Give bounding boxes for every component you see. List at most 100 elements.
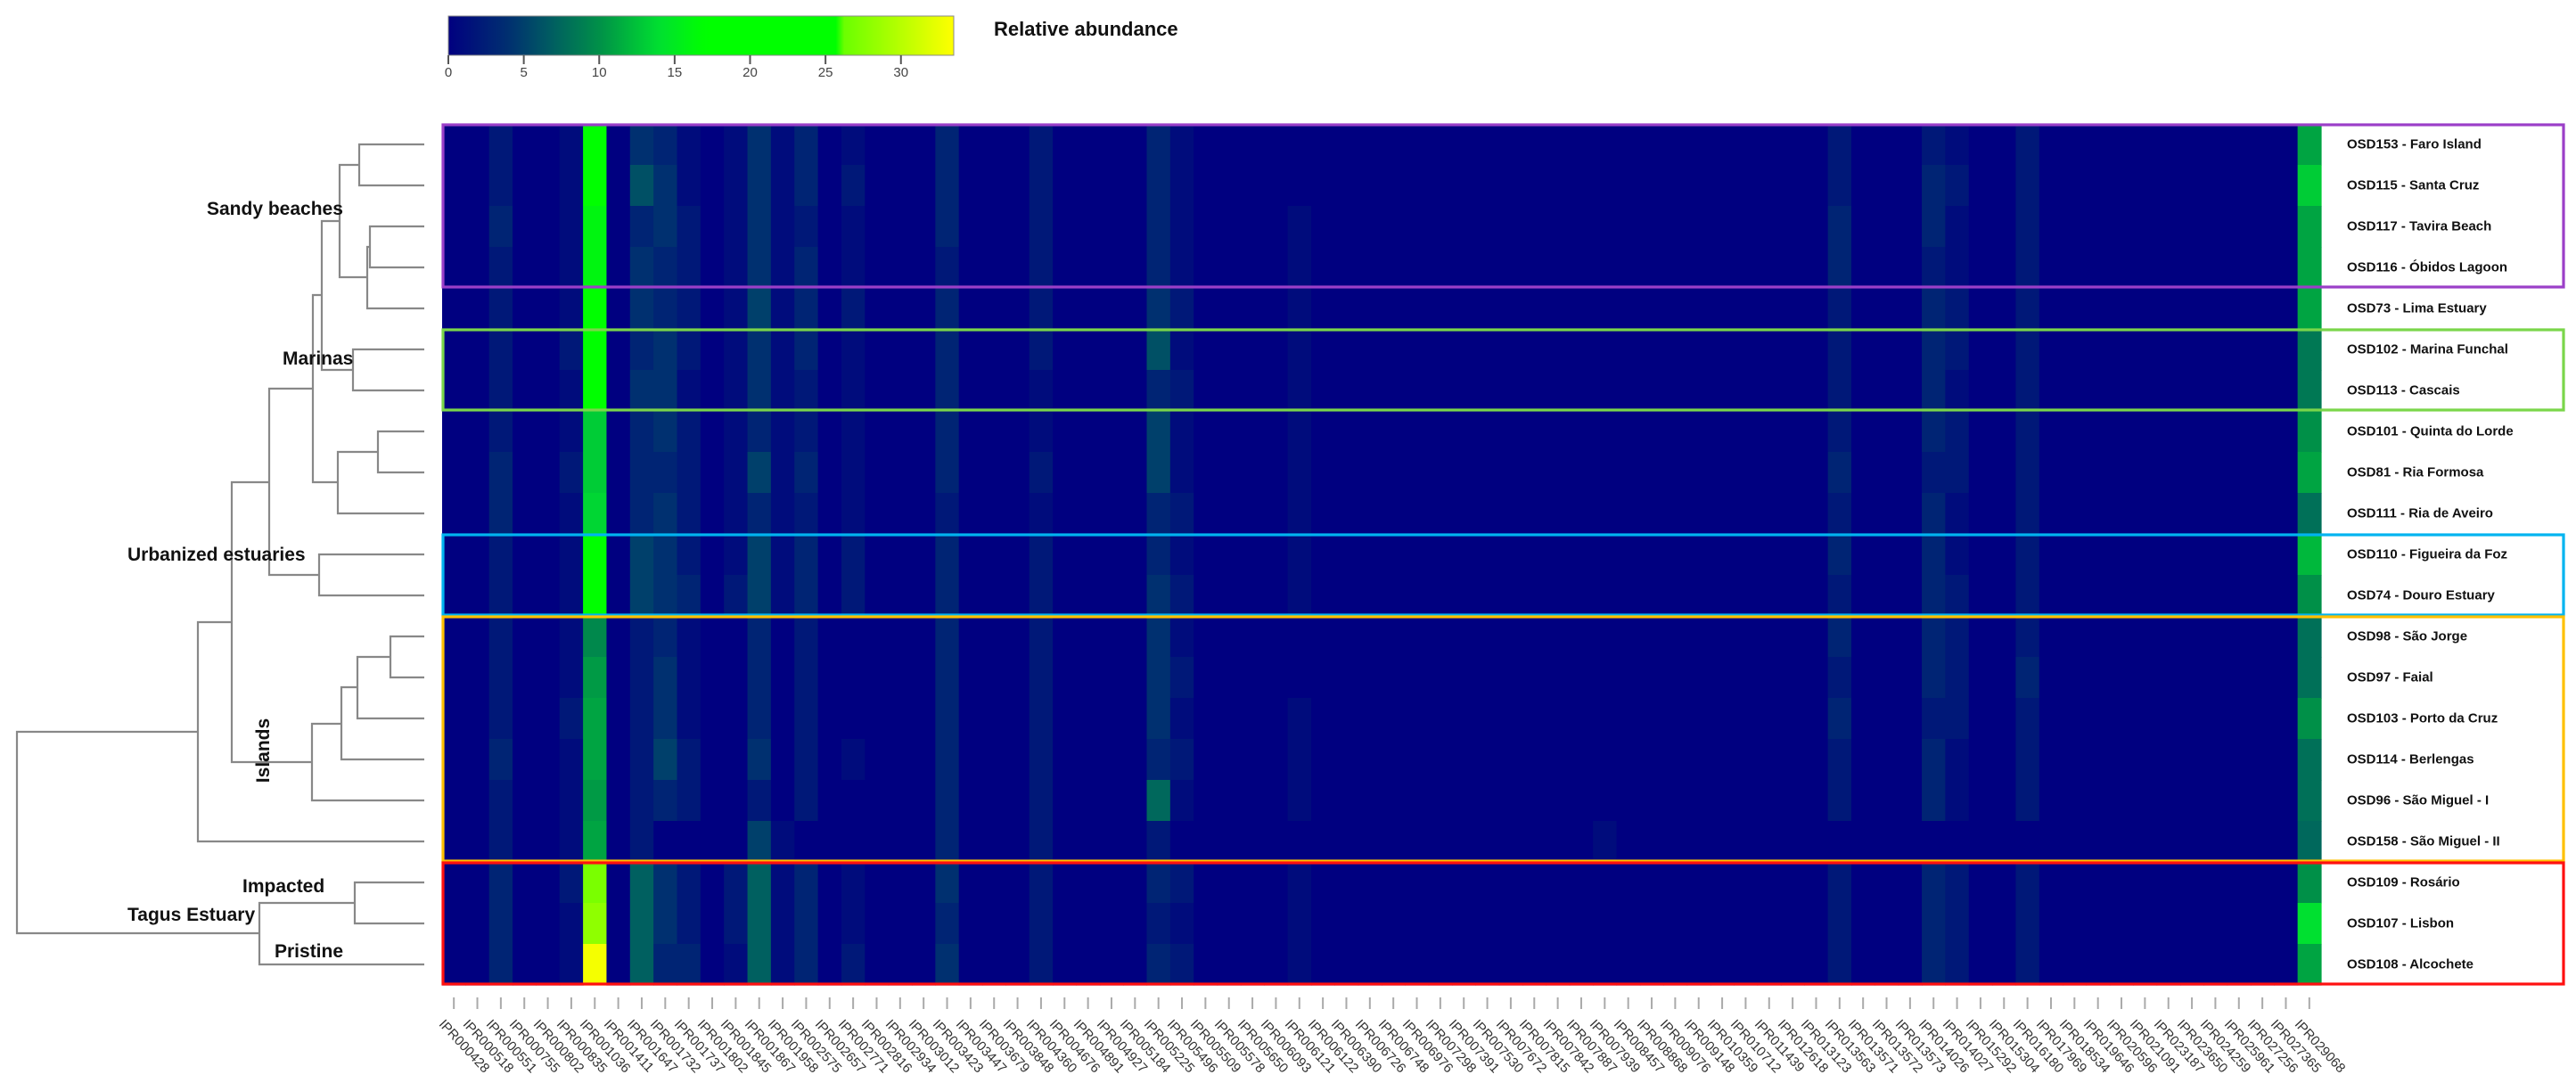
heatmap-cell — [1780, 329, 1805, 371]
heatmap-cell — [1734, 739, 1759, 781]
heatmap-cell — [2086, 288, 2111, 330]
heatmap-cell — [2250, 288, 2275, 330]
heatmap-cell — [1968, 944, 1993, 986]
heatmap-cell — [677, 657, 701, 699]
heatmap-cell — [2039, 534, 2063, 576]
heatmap-cell — [1922, 370, 1946, 412]
heatmap-cell — [1475, 821, 1500, 863]
heatmap-cell — [488, 534, 513, 576]
heatmap-cell — [2039, 329, 2063, 371]
heatmap-cell — [1334, 903, 1359, 945]
heatmap-cell — [700, 329, 725, 371]
heatmap-cell — [1169, 493, 1194, 535]
heatmap-cell — [1522, 370, 1547, 412]
heatmap-cell — [465, 739, 490, 781]
heatmap-cell — [606, 165, 631, 207]
heatmap-cell — [912, 903, 936, 945]
heatmap-cell — [1663, 370, 1688, 412]
heatmap-cell — [1264, 780, 1289, 822]
heatmap-cell — [935, 821, 960, 863]
heatmap-cell — [724, 780, 749, 822]
heatmap-cell — [1405, 124, 1430, 166]
heatmap-cell — [888, 821, 913, 863]
heatmap-cell — [1029, 944, 1054, 986]
heatmap-cell — [1334, 944, 1359, 986]
heatmap-cell — [1922, 616, 1946, 658]
dendrogram-branch — [353, 881, 424, 925]
heatmap-cell — [1169, 821, 1194, 863]
heatmap-cell — [2133, 288, 2158, 330]
heatmap-cell — [1287, 411, 1312, 453]
heatmap-cell — [1358, 575, 1382, 617]
heatmap-cell — [1310, 206, 1335, 248]
heatmap-cell — [817, 165, 842, 207]
heatmap-cell — [1757, 616, 1782, 658]
heatmap-cell — [559, 821, 584, 863]
heatmap-cell — [1639, 411, 1664, 453]
heatmap-cell — [1099, 616, 1124, 658]
heatmap-cell — [1123, 411, 1148, 453]
heatmap-cell — [1076, 821, 1101, 863]
heatmap-cell — [1123, 862, 1148, 904]
heatmap-cell — [1240, 944, 1265, 986]
heatmap-cell — [747, 493, 772, 535]
heatmap-cell — [1498, 411, 1523, 453]
heatmap-cell — [2156, 862, 2181, 904]
heatmap-cell — [1169, 903, 1194, 945]
heatmap-cell — [1099, 370, 1124, 412]
heatmap-cell — [958, 493, 983, 535]
heatmap-cell — [1099, 657, 1124, 699]
heatmap-cell — [1240, 247, 1265, 289]
heatmap-cell — [1005, 739, 1030, 781]
heatmap-cell — [841, 493, 866, 535]
heatmap-cell — [442, 247, 466, 289]
heatmap-cell — [1522, 165, 1547, 207]
heatmap-cell — [982, 329, 1006, 371]
heatmap-cell — [653, 780, 678, 822]
heatmap-cell — [465, 370, 490, 412]
heatmap-cell — [1898, 698, 1923, 740]
heatmap-cell — [1005, 657, 1030, 699]
heatmap-cell — [1663, 944, 1688, 986]
heatmap-cell — [2203, 616, 2228, 658]
heatmap-cell — [1498, 534, 1523, 576]
heatmap-cell — [1992, 206, 2017, 248]
heatmap-cell — [677, 780, 701, 822]
heatmap-cell — [1452, 452, 1476, 494]
heatmap-cell — [2133, 370, 2158, 412]
heatmap-cell — [982, 944, 1006, 986]
heatmap-cell — [1217, 124, 1242, 166]
heatmap-cell — [1593, 944, 1618, 986]
heatmap-cell — [1663, 657, 1688, 699]
heatmap-cell — [2015, 698, 2040, 740]
heatmap-cell — [865, 616, 890, 658]
heatmap-cell — [770, 370, 795, 412]
heatmap-cell — [1194, 165, 1218, 207]
heatmap-cell — [2086, 124, 2111, 166]
heatmap-cell — [1851, 739, 1875, 781]
heatmap-cell — [536, 370, 561, 412]
heatmap-cell — [465, 165, 490, 207]
heatmap-cell — [1968, 534, 1993, 576]
heatmap-cell — [1569, 657, 1594, 699]
heatmap-cell — [2063, 329, 2088, 371]
heatmap-cell — [2015, 534, 2040, 576]
heatmap-cell — [2179, 165, 2204, 207]
heatmap-cell — [1405, 903, 1430, 945]
heatmap-cell — [1123, 575, 1148, 617]
heatmap-cell — [1851, 657, 1875, 699]
heatmap-cell — [1099, 862, 1124, 904]
heatmap-cell — [747, 616, 772, 658]
heatmap-cell — [1992, 165, 2017, 207]
heatmap-cell — [1382, 862, 1406, 904]
heatmap-cell — [488, 698, 513, 740]
heatmap-cell — [1569, 411, 1594, 453]
heatmap-cell — [1123, 739, 1148, 781]
heatmap-cell — [1593, 329, 1618, 371]
heatmap-cell — [982, 124, 1006, 166]
heatmap-cell — [1616, 698, 1641, 740]
heatmap-cell — [817, 698, 842, 740]
heatmap-cell — [1405, 452, 1430, 494]
heatmap-cell — [1146, 411, 1171, 453]
heatmap-cell — [1240, 903, 1265, 945]
